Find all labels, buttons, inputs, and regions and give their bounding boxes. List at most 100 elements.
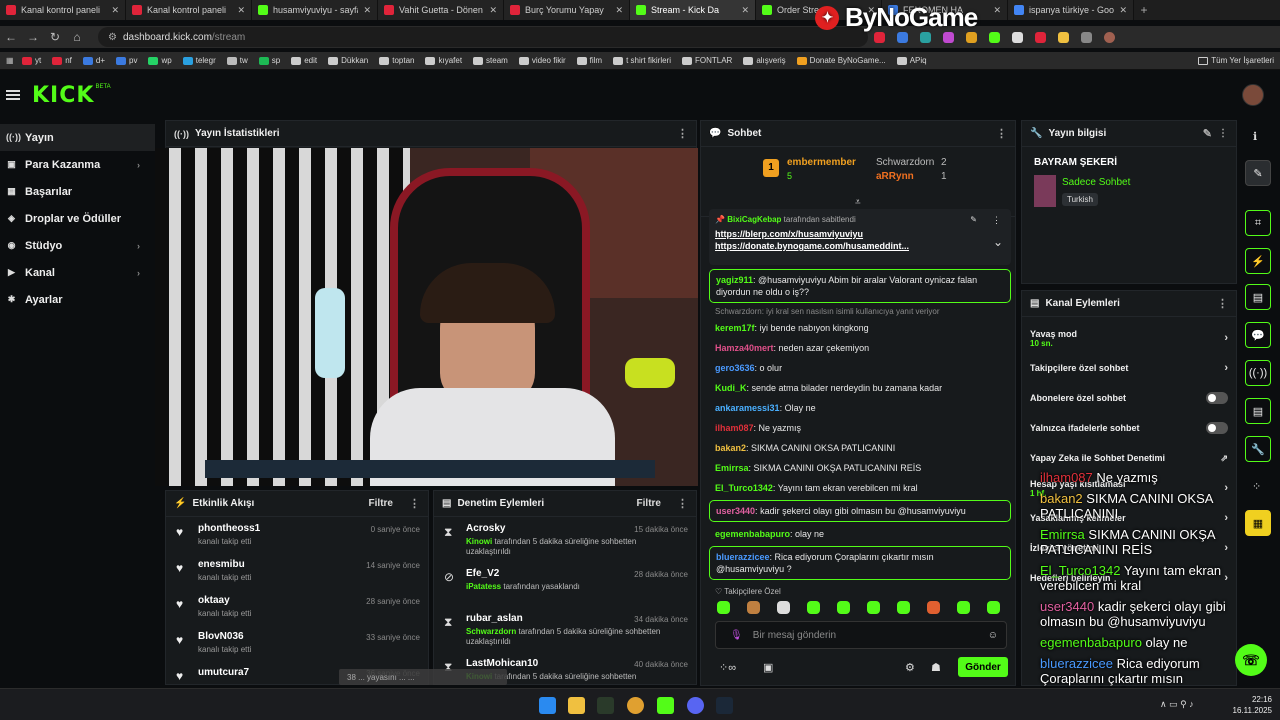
activity-username[interactable]: phontheoss1 [198,523,260,534]
widget-broadcast-icon[interactable]: ((·)) [1245,360,1271,386]
poll-icon[interactable]: ⁘∞ [719,661,736,674]
close-tab-icon[interactable]: ✕ [111,5,119,16]
chat-username[interactable]: bakan2 [715,443,746,453]
chat-message[interactable]: gero3636: o olur [709,358,1011,378]
widget-stats-icon[interactable]: ⌗ [1245,210,1271,236]
widget-info-icon[interactable]: 🔧 [1245,436,1271,462]
menu-icon[interactable] [6,90,20,100]
channel-action[interactable]: Yalnızca ifadelerle sohbet [1022,413,1236,443]
close-tab-icon[interactable]: ✕ [741,5,749,16]
sidebar-item[interactable]: ◈ Droplar ve Ödüller [0,205,155,232]
bookmark-item[interactable]: nf [52,56,72,65]
system-tray-icons[interactable]: ∧ ▭ ⚲ ♪ [1160,699,1194,710]
chat-username[interactable]: El_Turco1342 [715,483,773,493]
mic-icon[interactable]: 🎙 [730,630,743,641]
site-info-icon[interactable]: ⚙ [108,32,117,43]
back-icon[interactable]: ← [0,30,22,44]
more-options-icon[interactable]: ⋮ [409,497,420,510]
close-tab-icon[interactable]: ✕ [993,5,1001,16]
external-link-icon[interactable]: ⇗ [1220,453,1228,464]
collapse-icon[interactable]: ⩡ [855,197,861,208]
chat-message[interactable]: yagiz911: @husamviyuviyu Abim bir aralar… [709,269,1011,303]
extension-icon[interactable] [966,31,977,43]
extension-icon[interactable] [874,31,885,43]
moderator-name[interactable]: Schwarzdorn [466,627,516,636]
pinned-by[interactable]: BixiCagKebap [727,215,781,224]
moderation-item[interactable]: ⊘ Efe_V2 iPatatess tarafından yasaklandı 28… [434,562,696,607]
moderated-username[interactable]: rubar_aslan [466,613,523,624]
sidebar-item[interactable]: ◉ Stüdyo › [0,232,155,259]
moderator-name[interactable]: Kinowi [466,537,492,546]
chat-username[interactable]: bluerazzicee [716,552,770,562]
mod-tools-icon[interactable]: ☗ [931,661,941,674]
category-name[interactable]: Sadece Sohbet [1062,177,1130,188]
emote-icon[interactable] [987,601,1000,614]
chat-message[interactable]: El_Turco1342: Yayını tam ekran verebilce… [709,478,1011,498]
browser-tab[interactable]: Kanal kontrol paneli ✕ [0,0,126,20]
chat-message[interactable]: Emirrsa: SIKMA CANINI OKŞA PATLICANINI R… [709,458,1011,478]
extension-icon[interactable] [1035,31,1046,43]
toggle-switch[interactable] [1206,422,1228,434]
extension-icon[interactable] [1012,31,1023,43]
widget-activity-icon[interactable]: ⚡ [1245,248,1271,274]
filter-button[interactable]: Filtre [369,498,393,509]
user-avatar[interactable] [1242,84,1264,106]
activity-item[interactable]: ♥ BlovN036 kanalı takip etti 33 saniye önce [166,625,428,661]
support-chat-button[interactable]: ☏ [1235,644,1267,676]
activity-username[interactable]: oktaay [198,595,230,606]
home-icon[interactable]: ⌂ [66,30,88,44]
widget-special-icon[interactable]: ▦ [1245,510,1271,536]
file-explorer-icon[interactable] [568,697,585,714]
terminal-icon[interactable] [597,697,614,714]
chrome-icon[interactable] [627,697,644,714]
chat-username[interactable]: Emirrsa [715,463,749,473]
browser-tab[interactable]: husamviyuviyu - sayfa ✕ [252,0,378,20]
channel-action[interactable]: Abonelere özel sohbet [1022,383,1236,413]
bookmark-item[interactable]: steam [473,56,508,65]
chat-message[interactable]: egemenbabapuro: olay ne [709,524,1011,544]
category-thumbnail[interactable] [1034,175,1056,207]
reload-icon[interactable]: ↻ [44,30,66,44]
moderation-item[interactable]: ⧗ rubar_aslan Schwarzdorn tarafından 5 dak… [434,607,696,652]
pinned-link[interactable]: https://donate.bynogame.com/husameddint.… [715,241,1005,251]
moderator-name[interactable]: iPatatess [466,582,501,591]
chat-message[interactable]: bluerazzicee: Rica ediyorum Çoraplarını … [709,546,1011,580]
more-options-icon[interactable]: ⋮ [1218,128,1228,139]
activity-item[interactable]: ♥ phontheoss1 kanalı takip etti 0 saniye ön… [166,517,428,553]
send-button[interactable]: Gönder [958,657,1008,677]
chat-message[interactable]: user3440: kadir şekerci olayı gibi olmas… [709,500,1011,522]
activity-item[interactable]: ♥ enesmibu kanalı takip etti 14 saniye önce [166,553,428,589]
moderated-username[interactable]: Efe_V2 [466,568,499,579]
emote-icon[interactable] [927,601,940,614]
sidebar-item[interactable]: ((·)) Yayın [0,124,155,151]
widget-actions-icon[interactable]: ▤ [1245,398,1271,424]
filter-button[interactable]: Filtre [637,498,661,509]
start-icon[interactable] [539,697,556,714]
more-options-icon[interactable]: ⋮ [996,127,1007,140]
sidebar-item[interactable]: ▦ Başarılar [0,178,155,205]
close-tab-icon[interactable]: ✕ [363,5,371,16]
leader-name[interactable]: aRRynn [876,171,914,182]
bookmark-item[interactable]: edit [291,56,317,65]
chat-username[interactable]: Kudi_K [715,383,747,393]
browser-tab[interactable]: Vahit Guetta - Dönen ✕ [378,0,504,20]
steam-icon[interactable] [716,697,733,714]
kick-logo[interactable]: KICK [32,83,94,108]
bookmark-item[interactable]: kıyafet [425,56,462,65]
browser-tab[interactable]: Burç Yorumu Yapay ✕ [504,0,630,20]
chat-message[interactable]: ankaramessi31: Olay ne [709,398,1011,418]
widget-extra-icon[interactable]: ⁘ [1252,480,1261,493]
chat-username[interactable]: gero3636 [715,363,755,373]
pinned-more-icon[interactable]: ⋮ [992,215,1001,226]
emote-icon[interactable] [747,601,760,614]
kick-app-icon[interactable] [657,697,674,714]
extension-icon[interactable] [943,31,954,43]
activity-username[interactable]: umutcura7 [198,667,249,678]
bookmark-item[interactable]: APiq [896,56,927,65]
emote-icon[interactable] [717,601,730,614]
emote-icon[interactable] [957,601,970,614]
emote-icon[interactable] [807,601,820,614]
moderated-username[interactable]: Acrosky [466,523,505,534]
activity-item[interactable]: ♥ oktaay kanalı takip etti 28 saniye önce [166,589,428,625]
channel-action[interactable]: Takipçilere özel sohbet › [1022,353,1236,383]
